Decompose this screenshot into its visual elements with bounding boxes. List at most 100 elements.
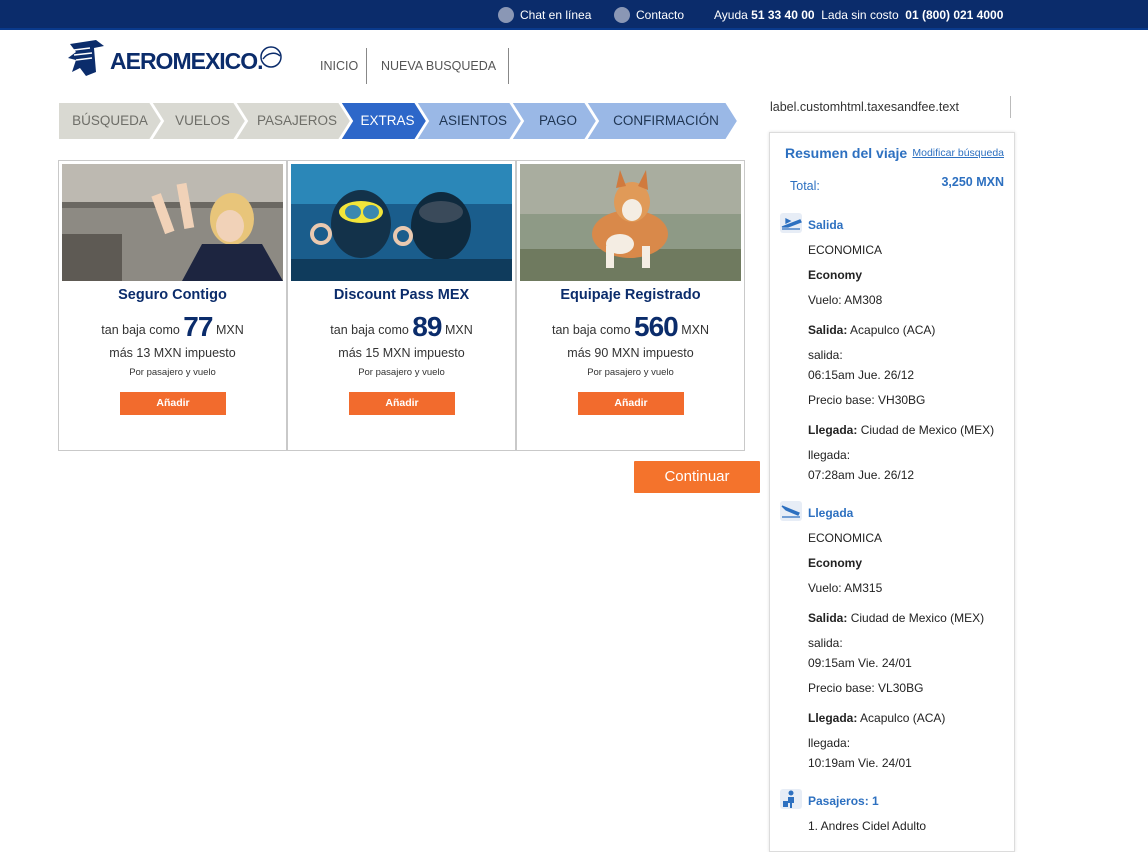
chat-label: Chat en línea [520,8,592,22]
insurance-image [62,164,283,281]
step-7: CONFIRMACIÓN [586,102,738,140]
total-value: 3,250 MXN [941,175,1004,189]
departure-label: Salida: [808,323,848,337]
card-per: Por pasajero y vuelo [129,367,216,378]
return-cabin: ECONOMICA [808,531,883,545]
departure-label: Salida: [808,611,848,625]
price-currency: MXN [215,323,244,337]
return-departure: Salida: Ciudad de Mexico (MEX) [808,611,984,625]
taxes-label-key: label.customhtml.taxesandfee.text [770,100,959,114]
takeoff-icon [780,213,802,233]
return-arrival: Llegada: Acapulco (ACA) [808,711,945,725]
modify-search-link[interactable]: Modificar búsqueda [912,147,1004,159]
continue-button[interactable]: Continuar [634,461,760,493]
arrival-label: Llegada: [808,711,858,725]
extras-cards: Seguro Contigo tan baja como 77 MXN más … [58,160,746,451]
step-label: BÚSQUEDA [72,113,148,128]
arrival-city: Acapulco (ACA) [860,711,946,725]
step-4: EXTRAS [340,102,427,140]
add-luggage-button[interactable]: Añadir [578,392,684,415]
return-class: Economy [808,556,863,570]
add-insurance-button[interactable]: Añadir [120,392,226,415]
aeromexico-logo[interactable]: AEROMEXICO. [66,38,286,78]
trip-summary-title: Resumen del viaje [785,145,908,161]
passengers-heading: Pasajeros: 1 [808,794,879,808]
card-per: Por pasajero y vuelo [587,367,674,378]
outbound-arr-sub: llegada: [808,448,851,462]
arrival-city: Ciudad de Mexico (MEX) [860,423,995,437]
extra-card-discount-pass: Discount Pass MEX tan baja como 89 MXN m… [287,160,516,451]
outbound-base-price: Precio base: VH30BG [808,393,926,407]
outbound-dep-time: 06:15am Jue. 26/12 [808,368,915,382]
card-title: Seguro Contigo [118,287,227,303]
help-label: Ayuda [714,8,748,22]
step-label: PASAJEROS [256,113,338,128]
card-title: Discount Pass MEX [333,287,470,303]
trip-summary-panel: Resumen del viaje Modificar búsqueda Tot… [769,132,1015,852]
step-2: VUELOS [151,102,246,140]
step-label: ASIENTOS [438,113,508,128]
extra-card-luggage: Equipaje Registrado tan baja como 560 MX… [516,160,745,451]
outbound-class: Economy [808,268,863,282]
price-value: 560 [634,311,679,342]
free-phone: 01 (800) 021 4000 [905,8,1004,22]
airline-logo-icon [68,40,104,76]
card-tax: más 13 MXN impuesto [109,346,236,360]
total-label: Total: [790,179,820,193]
landing-icon [780,501,802,521]
card-tax: más 90 MXN impuesto [567,346,694,360]
step-label: EXTRAS [360,113,415,128]
outbound-dep-sub: salida: [808,348,843,362]
price-value: 89 [412,311,442,342]
logo-text: AEROMEXICO. [110,48,264,74]
return-arr-time: 10:19am Vie. 24/01 [808,756,912,770]
top-bar: Chat en línea Contacto Ayuda 51 33 40 00… [0,0,1148,30]
free-label: Lada sin costo [821,8,899,22]
passenger-item: 1. Andres Cidel Adulto [808,819,927,833]
step-label: CONFIRMACIÓN [613,113,719,128]
chat-link[interactable]: Chat en línea [498,0,591,30]
step-5: ASIENTOS [416,102,522,140]
passenger-icon [780,789,802,809]
return-heading: Llegada [808,506,854,520]
luggage-image [520,164,741,281]
departure-city: Ciudad de Mexico (MEX) [850,611,985,625]
departure-city: Acapulco (ACA) [850,323,936,337]
return-flight: Vuelo: AM315 [808,581,883,595]
price-prefix: tan baja como [330,323,409,337]
price-prefix: tan baja como [101,323,180,337]
card-title: Equipaje Registrado [560,287,701,303]
price-value: 77 [183,311,213,342]
step-3: PASAJEROS [235,102,351,140]
outbound-heading: Salida [808,218,844,232]
card-tax: más 15 MXN impuesto [338,346,465,360]
chat-icon [498,6,514,23]
return-arr-sub: llegada: [808,736,851,750]
help-phone: 51 33 40 00 [751,8,815,22]
card-price: tan baja como 77 MXN [59,311,286,343]
nav-home[interactable]: INICIO [310,48,368,84]
outbound-arrival: Llegada: Ciudad de Mexico (MEX) [808,423,994,437]
return-base-price: Precio base: VL30BG [808,681,924,695]
return-dep-time: 09:15am Vie. 24/01 [808,656,912,670]
add-discount-pass-button[interactable]: Añadir [349,392,455,415]
price-currency: MXN [681,323,709,337]
step-label: PAGO [538,113,577,128]
card-per: Por pasajero y vuelo [358,367,445,378]
outbound-flight: Vuelo: AM308 [808,293,883,307]
contact-label: Contacto [636,8,685,22]
arrival-label: Llegada: [808,423,858,437]
step-6: PAGO [511,102,597,140]
contact-link[interactable]: Contacto [614,0,684,30]
extra-card-insurance: Seguro Contigo tan baja como 77 MXN más … [58,160,287,451]
divider [1010,96,1011,118]
card-price: tan baja como 89 MXN [288,311,515,343]
nav-new-search[interactable]: NUEVA BUSQUEDA [370,48,510,84]
card-price: tan baja como 560 MXN [517,311,744,343]
outbound-arr-time: 07:28am Jue. 26/12 [808,468,915,482]
return-dep-sub: salida: [808,636,843,650]
step-label: VUELOS [175,113,230,128]
discount-pass-image [291,164,512,281]
outbound-departure: Salida: Acapulco (ACA) [808,323,935,337]
step-1: BÚSQUEDA [58,102,162,140]
